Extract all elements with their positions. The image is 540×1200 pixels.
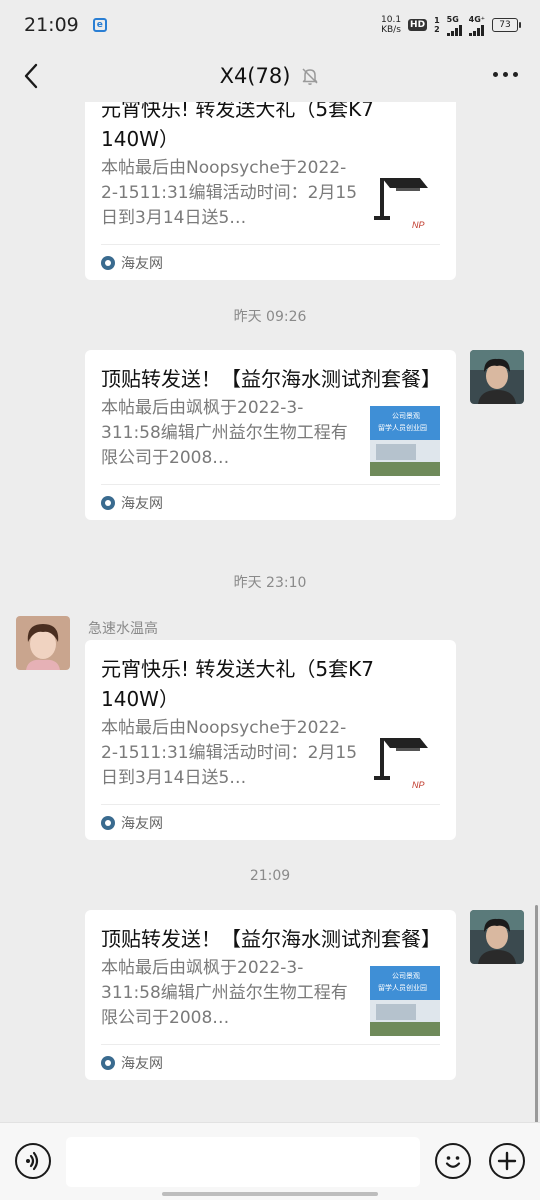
hd-volte-icon: HD [408,19,428,31]
voice-button[interactable] [15,1143,51,1179]
more-button[interactable] [493,72,518,77]
source-app-icon [101,255,115,270]
lamp-thumbnail: NP [370,166,440,236]
card-description: 本帖最后由Noopsyche于2022-2-1511:31编辑活动时间：2月15… [101,158,358,228]
more-icon [493,72,498,77]
card-description: 本帖最后由飒枫于2022-3-311:58编辑广州益尔生物工程有限公司于2008… [101,958,348,1028]
emoji-button[interactable] [435,1143,471,1179]
card-description: 本帖最后由Noopsyche于2022-2-1511:31编辑活动时间：2月15… [101,718,358,788]
card-title: 元宵快乐! 转发送大礼（5套K7 140W） [101,102,374,151]
status-time: 21:09 [24,14,79,36]
signal-5g: 5G [446,15,462,36]
building-thumbnail: 公司景观 留学人员创业园 [370,966,440,1036]
card-title: 顶贴转发送！【益尔海水测试剂套餐】 [101,927,441,951]
sender-avatar[interactable] [16,616,70,670]
input-bar [0,1122,540,1200]
svg-text:公司景观: 公司景观 [392,972,420,980]
signal-bars-icon [468,24,484,36]
battery-icon: 73 [492,18,521,32]
card-title: 元宵快乐! 转发送大礼（5套K7 140W） [101,657,374,711]
voice-icon [26,1151,39,1171]
mute-bell-icon [302,68,318,85]
status-indicators: 10.1 KB/s HD 12 5G 4G⁺ 73 [381,15,521,36]
chat-header: X4(78) [0,50,540,102]
scrollbar[interactable] [535,905,538,1125]
card-description: 本帖最后由飒枫于2022-3-311:58编辑广州益尔生物工程有限公司于2008… [101,398,348,468]
svg-text:NP: NP [412,780,425,790]
more-functions-button[interactable] [489,1143,525,1179]
my-avatar[interactable] [470,350,524,404]
link-card-message[interactable]: 顶贴转发送！【益尔海水测试剂套餐】 本帖最后由飒枫于2022-3-311:58编… [85,350,456,520]
message-input[interactable] [66,1137,420,1187]
link-card-message[interactable]: 元宵快乐! 转发送大礼（5套K7 140W） 本帖最后由Noopsyche于20… [85,102,456,280]
card-source: 海友网 [101,484,440,520]
svg-text:NP: NP [412,220,425,230]
card-source: 海友网 [101,804,440,840]
plus-icon [497,1151,517,1171]
source-app-icon [101,1055,115,1070]
back-button[interactable] [16,61,46,91]
link-card-message[interactable]: 元宵快乐! 转发送大礼（5套K7 140W） 本帖最后由Noopsyche于20… [85,640,456,840]
card-title: 顶贴转发送！【益尔海水测试剂套餐】 [101,367,441,391]
source-app-icon [101,815,115,830]
signal-bars-icon [446,24,462,36]
chat-title: X4(78) [219,64,291,88]
link-card-message[interactable]: 顶贴转发送！【益尔海水测试剂套餐】 本帖最后由飒枫于2022-3-311:58编… [85,910,456,1080]
source-app-icon [101,495,115,510]
back-icon [24,63,38,89]
network-speed: 10.1 KB/s [381,15,402,35]
timestamp: 昨天 09:26 [233,309,307,325]
sender-name: 急速水温高 [88,621,158,637]
emoji-icon [445,1156,461,1168]
svg-text:留学人员创业园: 留学人员创业园 [378,983,427,992]
message-list[interactable]: 元宵快乐! 转发送大礼（5套K7 140W） 本帖最后由Noopsyche于20… [0,102,540,1122]
lamp-thumbnail: NP [370,726,440,796]
timestamp: 昨天 23:10 [233,575,307,591]
card-source: 海友网 [101,1044,440,1080]
building-thumbnail: 公司景观 留学人员创业园 [370,406,440,476]
svg-text:公司景观: 公司景观 [392,412,420,420]
app-notification-icon: e [92,18,107,32]
home-indicator[interactable] [162,1192,378,1196]
signal-4g: 4G⁺ [468,15,485,36]
status-bar: 21:09 e 10.1 KB/s HD 12 5G 4G⁺ 73 [0,0,540,50]
svg-text:留学人员创业园: 留学人员创业园 [378,423,427,432]
card-source: 海友网 [101,244,440,280]
timestamp: 21:09 [249,868,291,884]
my-avatar[interactable] [470,910,524,964]
sim-index: 12 [434,16,440,34]
